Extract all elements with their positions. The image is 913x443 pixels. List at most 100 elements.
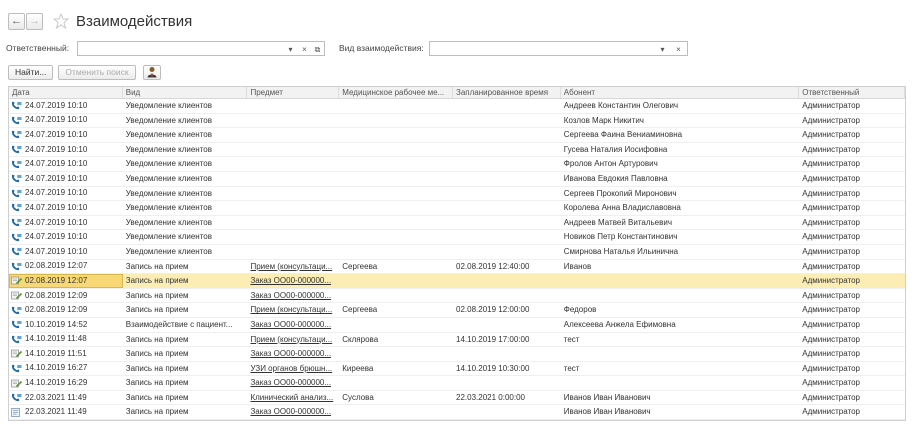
cell-date: 24.07.2019 10:10 (9, 128, 123, 142)
table-header: Дата Вид Предмет Медицинское рабочее ме.… (9, 87, 905, 99)
table-row[interactable]: 22.03.2021 11:49 Запись на прием Заказ ОО0… (9, 405, 905, 421)
interaction-kind-filter-input[interactable]: ▾ × (429, 41, 688, 56)
cell-subject-link (247, 99, 339, 113)
favorite-star-icon[interactable] (52, 12, 70, 30)
cell-subject-link[interactable]: Заказ ОО00-000000... (247, 274, 339, 288)
cell-subject-link (247, 157, 339, 171)
cell-planned-time (453, 289, 561, 303)
table-row[interactable]: 14.10.2019 11:48 Запись на прием Прием (ко… (9, 333, 905, 348)
note-edit-icon (11, 379, 25, 388)
cell-kind: Уведомление клиентов (125, 188, 212, 198)
cell-kind: Уведомление клиентов (125, 144, 212, 154)
cell-planned-time (453, 143, 561, 157)
cell-subject-link[interactable]: Заказ ОО00-000000... (247, 347, 339, 361)
cell-subscriber: Иванов Иван Иванович (563, 392, 651, 402)
table-row[interactable]: 02.08.2019 12:07 Запись на прием Прием (ко… (9, 260, 905, 275)
column-header-kind[interactable]: Вид (123, 87, 248, 98)
column-header-subscriber[interactable]: Абонент (561, 87, 800, 98)
column-header-subject[interactable]: Предмет (247, 87, 340, 98)
table-row[interactable]: 24.07.2019 10:10 Уведомление клиентов Иван… (9, 172, 905, 187)
column-header-date[interactable]: Дата (9, 87, 123, 98)
cell-subscriber: Козлов Марк Никитич (563, 115, 644, 125)
note-edit-icon (11, 349, 25, 358)
cell-subject-link[interactable]: Прием (консультаци... (247, 260, 339, 274)
date-text: 24.07.2019 10:10 (25, 232, 88, 242)
responsible-filter-label: Ответственный: (6, 43, 70, 53)
cell-planned-time: 22.03.2021 0:00:00 (456, 392, 525, 402)
cell-subject-link[interactable]: УЗИ органов брюшн... (247, 362, 339, 376)
table-row[interactable]: 02.08.2019 12:09 Запись на прием Прием (ко… (9, 303, 905, 318)
column-header-workplace[interactable]: Медицинское рабочее ме... (339, 87, 454, 98)
cell-subscriber: Сергеева Фаина Вениаминовна (563, 130, 683, 140)
cell-responsible: Администратор (802, 232, 860, 242)
cell-kind: Уведомление клиентов (125, 159, 212, 169)
find-button[interactable]: Найти... (8, 64, 54, 80)
cell-date: 24.07.2019 10:10 (9, 245, 123, 259)
table-row[interactable]: 24.07.2019 10:10 Уведомление клиентов Нови… (9, 230, 905, 245)
cell-subject-link[interactable]: Заказ ОО00-000000... (247, 289, 339, 303)
cell-planned-time: 14.10.2019 10:30:00 (456, 363, 530, 373)
table-row[interactable]: 02.08.2019 12:07 Запись на прием Заказ ОО0… (9, 274, 905, 289)
responsible-filter-input[interactable]: ▾ × ⧉ (77, 41, 325, 56)
note-edit-icon (11, 276, 25, 285)
back-button[interactable]: ← (8, 12, 25, 30)
table-row[interactable]: 24.07.2019 10:10 Уведомление клиентов Серг… (9, 128, 905, 143)
table-row[interactable]: 10.10.2019 14:52 Взаимодействие с пациент… (9, 318, 905, 333)
cell-kind: Запись на прием (125, 276, 189, 286)
cell-responsible: Администратор (802, 363, 860, 373)
cell-subject-link[interactable]: Заказ ОО00-000000... (247, 405, 339, 419)
table-row[interactable]: 24.07.2019 10:10 Уведомление клиентов Смир… (9, 245, 905, 260)
cell-subject-link[interactable]: Прием (консультаци... (247, 303, 339, 317)
table-row[interactable]: 14.10.2019 16:27 Запись на прием УЗИ орган… (9, 362, 905, 377)
column-header-planned-time[interactable]: Запланированное время (453, 87, 561, 98)
cell-subject-link[interactable]: Прием (консультаци... (247, 333, 339, 347)
cell-kind: Запись на прием (125, 334, 189, 344)
cell-kind: Уведомление клиентов (125, 217, 212, 227)
date-text: 14.10.2019 16:27 (25, 363, 88, 373)
table-row[interactable]: 24.07.2019 10:10 Уведомление клиентов Андр… (9, 216, 905, 231)
cell-responsible: Администратор (802, 305, 860, 315)
cell-subscriber: Федоров (563, 305, 597, 315)
cell-subject-link[interactable]: Заказ ОО00-000000... (247, 376, 339, 390)
cell-kind: Уведомление клиентов (125, 101, 212, 110)
column-header-responsible[interactable]: Ответственный (799, 87, 905, 98)
cell-date: 24.07.2019 10:10 (9, 157, 123, 171)
cell-planned-time (453, 230, 561, 244)
dropdown-icon[interactable]: ▾ (657, 43, 668, 56)
note-edit-icon (11, 291, 25, 300)
phone-call-icon (11, 262, 25, 271)
clear-icon[interactable]: × (299, 43, 310, 56)
user-button[interactable] (142, 64, 161, 80)
cell-date: 10.10.2019 14:52 (9, 318, 123, 332)
cell-responsible: Администратор (802, 407, 860, 417)
date-text: 02.08.2019 12:09 (25, 290, 88, 300)
table-row[interactable]: 14.10.2019 16:29 Запись на прием Заказ ОО0… (9, 376, 905, 391)
table-row[interactable]: 24.07.2019 10:10 Уведомление клиентов Коро… (9, 201, 905, 216)
date-text: 24.07.2019 10:10 (25, 144, 88, 154)
table-row[interactable]: 24.07.2019 10:10 Уведомление клиентов Гусе… (9, 143, 905, 158)
table-row[interactable]: 24.07.2019 10:10 Уведомление клиентов Серг… (9, 187, 905, 202)
table-row[interactable]: 22.03.2021 11:49 Запись на прием Клиническ… (9, 391, 905, 406)
date-text: 10.10.2019 14:52 (25, 319, 88, 329)
cell-planned-time: 02.08.2019 12:00:00 (456, 305, 530, 315)
date-text: 24.07.2019 10:10 (25, 188, 88, 198)
cell-date: 24.07.2019 10:10 (9, 230, 123, 244)
table-row[interactable]: 24.07.2019 10:10 Уведомление клиентов Фрол… (9, 157, 905, 172)
cell-subject-link[interactable]: Заказ ОО00-000000... (247, 318, 339, 332)
cell-planned-time: 02.08.2019 12:40:00 (456, 261, 530, 271)
cell-workplace: Сергеева (342, 261, 378, 271)
table-row[interactable]: 02.08.2019 12:09 Запись на прием Заказ ОО0… (9, 289, 905, 304)
table-row[interactable]: 24.07.2019 10:10 Уведомление клиентов Андр… (9, 99, 905, 114)
open-icon[interactable]: ⧉ (312, 43, 323, 56)
cell-subject-link[interactable]: Клинический анализ... (247, 391, 339, 405)
table-row[interactable]: 24.07.2019 10:10 Уведомление клиентов Козл… (9, 114, 905, 129)
table-row[interactable]: 14.10.2019 11:51 Запись на прием Заказ ОО0… (9, 347, 905, 362)
dropdown-icon[interactable]: ▾ (285, 43, 296, 56)
cell-date: 24.07.2019 10:10 (9, 187, 123, 201)
forward-button[interactable]: → (26, 12, 43, 30)
cell-subscriber (561, 376, 799, 390)
cancel-search-button[interactable]: Отменить поиск (58, 64, 136, 80)
cell-workplace (339, 157, 453, 171)
date-text: 22.03.2021 11:49 (25, 407, 87, 417)
clear-icon[interactable]: × (673, 43, 684, 56)
